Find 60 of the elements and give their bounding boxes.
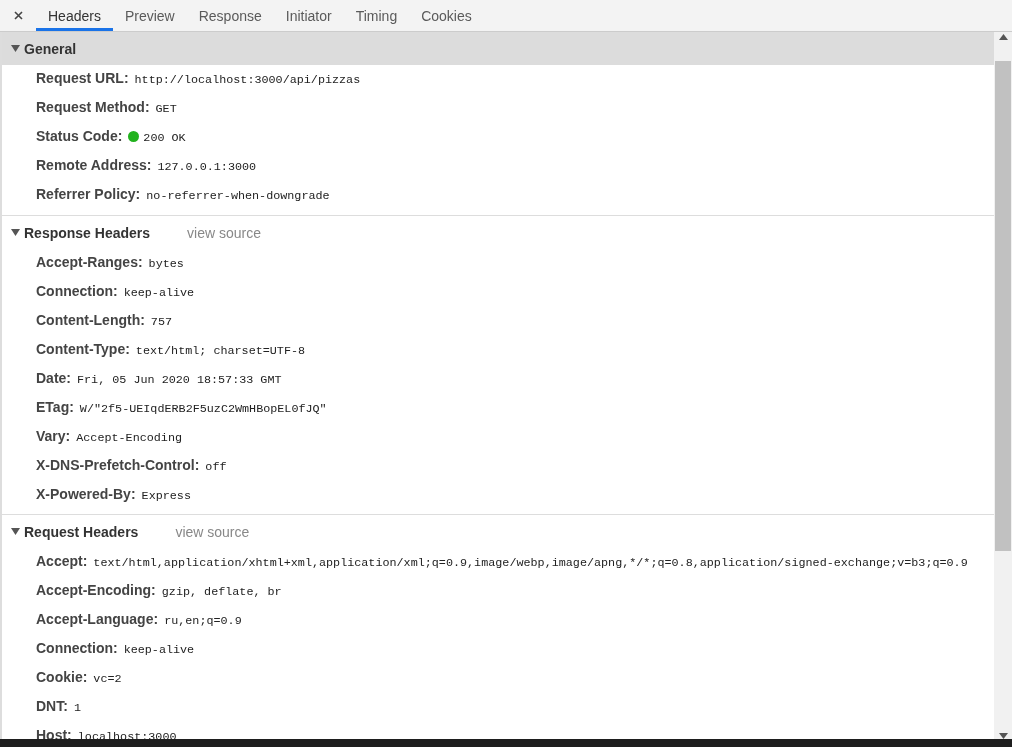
triangle-icon[interactable] xyxy=(11,528,20,535)
header-value: 757 xyxy=(150,315,172,329)
section-header[interactable]: General xyxy=(2,32,994,65)
scrollbar-thumb[interactable] xyxy=(995,61,1011,551)
header-name: Connection: xyxy=(36,640,118,656)
header-value: gzip, deflate, br xyxy=(161,585,282,599)
section-header[interactable]: Response Headers view source xyxy=(2,216,994,249)
header-value: bytes xyxy=(148,257,184,271)
header-value: ru,en;q=0.9 xyxy=(164,614,242,628)
triangle-icon[interactable] xyxy=(11,229,20,236)
header-value: text/html,application/xhtml+xml,application/xml;q=0.9,image/webp,image/apng,*/*;q=0.8,application/signed-exchange;v=b3;q=0.9 xyxy=(93,556,968,570)
tab[interactable]: Initiator xyxy=(273,0,344,31)
view-source-link[interactable]: view source xyxy=(187,224,261,241)
header-name: Remote Address: xyxy=(36,157,152,173)
header-name: Accept: xyxy=(36,553,88,569)
close-icon xyxy=(13,11,23,20)
header-name: Accept-Ranges: xyxy=(36,254,143,270)
header-name: Request URL: xyxy=(36,70,129,86)
header-name: Status Code: xyxy=(36,128,123,144)
scroll-up-icon[interactable] xyxy=(998,34,1008,40)
header-value: off xyxy=(205,460,227,474)
header-value: text/html; charset=UTF-8 xyxy=(135,344,306,358)
header-value: 200 OK xyxy=(143,131,186,145)
header-name: Date: xyxy=(36,370,71,386)
header-name: Connection: xyxy=(36,283,118,299)
header-value: Accept-Encoding xyxy=(76,431,183,445)
header-value: keep-alive xyxy=(123,643,195,657)
triangle-icon[interactable] xyxy=(11,45,20,52)
header-value: Express xyxy=(141,489,191,503)
header-name: Cookie: xyxy=(36,669,88,685)
header-value: no-referrer-when-downgrade xyxy=(146,189,330,203)
header-value: 1 xyxy=(73,701,81,715)
header-name: Content-Type: xyxy=(36,341,130,357)
header-value: keep-alive xyxy=(123,286,195,300)
scrollbar[interactable] xyxy=(994,32,1012,739)
header-value: Fri, 05 Jun 2020 18:57:33 GMT xyxy=(77,373,282,387)
header-name: Vary: xyxy=(36,428,71,444)
header-value: GET xyxy=(155,102,177,116)
tab[interactable]: Response xyxy=(186,0,274,31)
header-name: Request Method: xyxy=(36,99,150,115)
section-title: Request Headers xyxy=(24,523,139,540)
section-title: General xyxy=(24,40,77,57)
header-value: vc=2 xyxy=(93,672,122,686)
tab[interactable]: Timing xyxy=(343,0,410,31)
tab[interactable]: Cookies xyxy=(409,0,484,31)
view-source-link[interactable]: view source xyxy=(175,523,250,540)
header-name: Accept-Encoding: xyxy=(36,582,156,598)
header-value: W/"2f5-UEIqdERB2F5uzC2WmHBopEL0fJQ" xyxy=(79,402,327,416)
header-name: X-DNS-Prefetch-Control: xyxy=(36,457,200,473)
header-name: ETag: xyxy=(36,399,74,415)
header-name: Referrer Policy: xyxy=(36,186,141,202)
tab[interactable]: Preview xyxy=(112,0,187,31)
header-value: 127.0.0.1:3000 xyxy=(157,160,257,174)
header-value: http://localhost:3000/api/pizzas xyxy=(134,73,361,87)
section-header[interactable]: Request Headers view source xyxy=(2,515,994,548)
header-name: X-Powered-By: xyxy=(36,486,136,502)
header-name: Content-Length: xyxy=(36,312,145,328)
section-title: Response Headers xyxy=(24,224,151,241)
header-name: DNT: xyxy=(36,698,68,714)
header-name: Accept-Language: xyxy=(36,611,159,627)
